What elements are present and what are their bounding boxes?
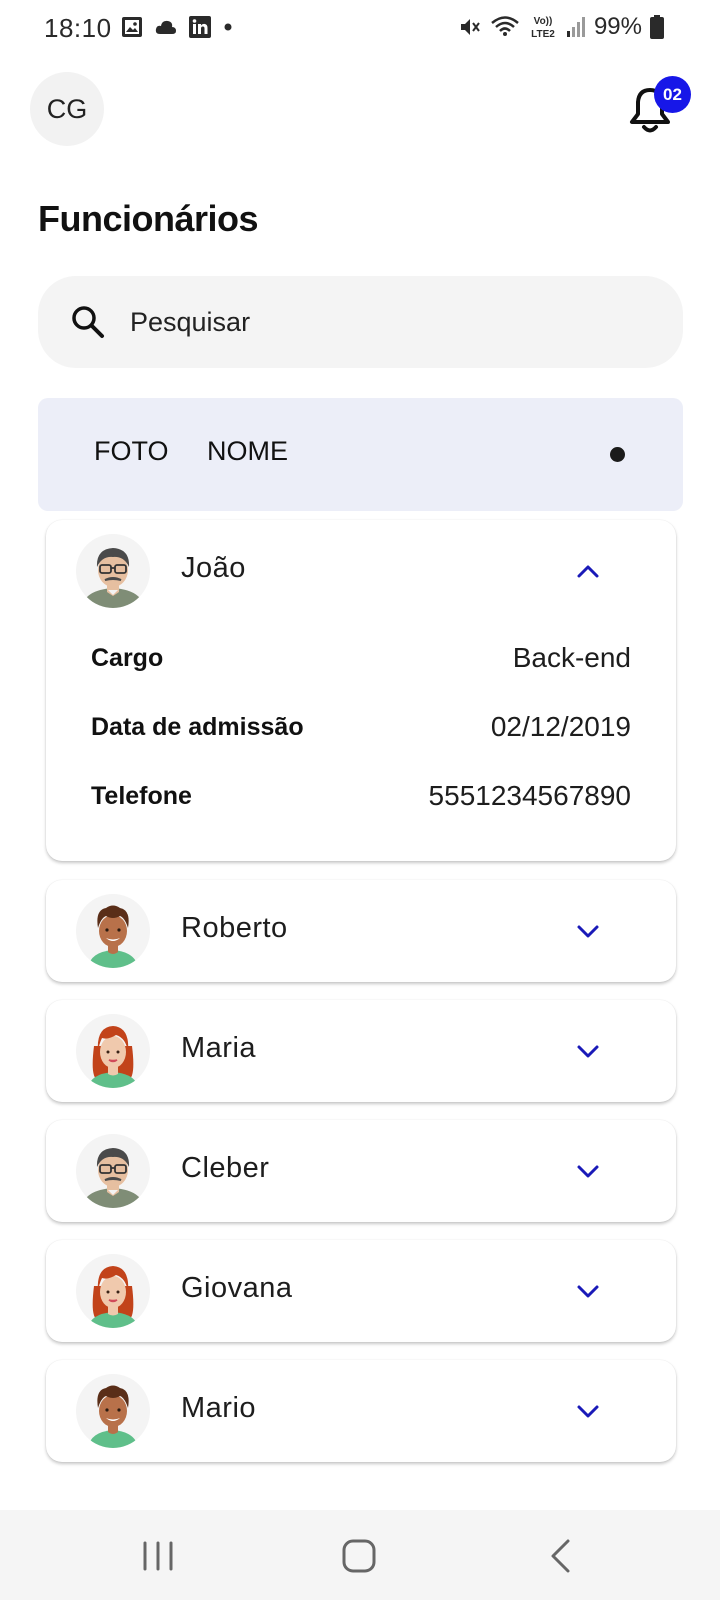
chevron-down-icon[interactable] [574, 1157, 602, 1185]
detail-label: Cargo [91, 644, 164, 672]
employee-avatar [76, 1134, 150, 1208]
detail-value: Back-end [512, 642, 631, 673]
detail-row-phone: Telefone 5551234567890 [91, 780, 631, 851]
woman-redhead-avatar-icon [88, 1026, 138, 1088]
detail-label: Telefone [91, 782, 192, 810]
status-notification-icons [121, 16, 233, 38]
older-man-glasses-avatar-icon [82, 1148, 144, 1208]
linkedin-icon [189, 16, 211, 38]
employee-name: Roberto [181, 912, 288, 944]
detail-row-cargo: Cargo Back-end [91, 642, 631, 713]
svg-text:Vo)): Vo)) [534, 16, 553, 27]
employee-name: Giovana [181, 1272, 293, 1304]
status-time: 18:10 [44, 13, 112, 43]
employee-card-mario[interactable]: Mario [46, 1360, 676, 1462]
employee-card-joao[interactable]: João Cargo Back-end Data de admissão 02/… [46, 520, 676, 861]
status-bar: 18:10 Vo)) LTE2 99% [0, 0, 720, 58]
search-input[interactable] [130, 298, 630, 346]
employee-card-cleber[interactable]: Cleber [46, 1120, 676, 1222]
detail-value: 02/12/2019 [490, 711, 631, 742]
signal-icon [566, 17, 585, 37]
detail-value: 5551234567890 [428, 780, 631, 811]
employee-details: Cargo Back-end Data de admissão 02/12/20… [91, 642, 631, 851]
column-header-dot [610, 447, 625, 462]
chevron-down-icon[interactable] [574, 917, 602, 945]
employee-card-roberto[interactable]: Roberto [46, 880, 676, 982]
chevron-up-icon[interactable] [574, 557, 602, 585]
table-header: FOTO NOME [38, 398, 683, 511]
employee-avatar [76, 1014, 150, 1088]
chevron-down-icon[interactable] [574, 1397, 602, 1425]
employee-avatar [76, 1374, 150, 1448]
woman-redhead-avatar-icon [88, 1266, 138, 1328]
recents-icon[interactable] [135, 1533, 181, 1579]
young-man-curly-avatar-icon [88, 1385, 138, 1448]
detail-row-admission-date: Data de admissão 02/12/2019 [91, 711, 631, 782]
employee-avatar [76, 1254, 150, 1328]
column-header-name: NOME [207, 436, 288, 466]
employee-avatar [76, 534, 150, 608]
older-man-glasses-avatar-icon [82, 548, 144, 608]
employee-name: Mario [181, 1392, 257, 1424]
dot-icon [224, 23, 232, 31]
volte-icon: Vo)) LTE2 [531, 16, 555, 40]
mute-icon [460, 19, 480, 35]
wifi-icon [491, 16, 519, 36]
employee-name: João [181, 552, 246, 584]
column-header-photo: FOTO [94, 436, 169, 466]
chevron-down-icon[interactable] [574, 1037, 602, 1065]
notification-badge: 02 [654, 76, 691, 113]
svg-text:LTE2: LTE2 [531, 29, 555, 40]
home-icon[interactable] [336, 1533, 382, 1579]
employee-name: Cleber [181, 1152, 270, 1184]
detail-label: Data de admissão [91, 713, 304, 741]
employee-name: Maria [181, 1032, 257, 1064]
cloud-icon [155, 20, 176, 34]
employee-avatar [76, 894, 150, 968]
status-system-icons: Vo)) LTE2 99% [458, 13, 664, 41]
search-icon [72, 306, 104, 338]
battery-icon [650, 15, 664, 39]
page-title: Funcionários [38, 198, 259, 239]
young-man-curly-avatar-icon [88, 905, 138, 968]
user-avatar[interactable]: CG [30, 72, 104, 146]
employee-card-giovana[interactable]: Giovana [46, 1240, 676, 1342]
employee-card-maria[interactable]: Maria [46, 1000, 676, 1102]
search-bar[interactable] [38, 276, 683, 368]
back-icon[interactable] [538, 1533, 584, 1579]
chevron-down-icon[interactable] [574, 1277, 602, 1305]
system-navigation-bar [0, 1510, 720, 1600]
image-icon [122, 17, 142, 37]
battery-percentage: 99% [593, 13, 642, 40]
